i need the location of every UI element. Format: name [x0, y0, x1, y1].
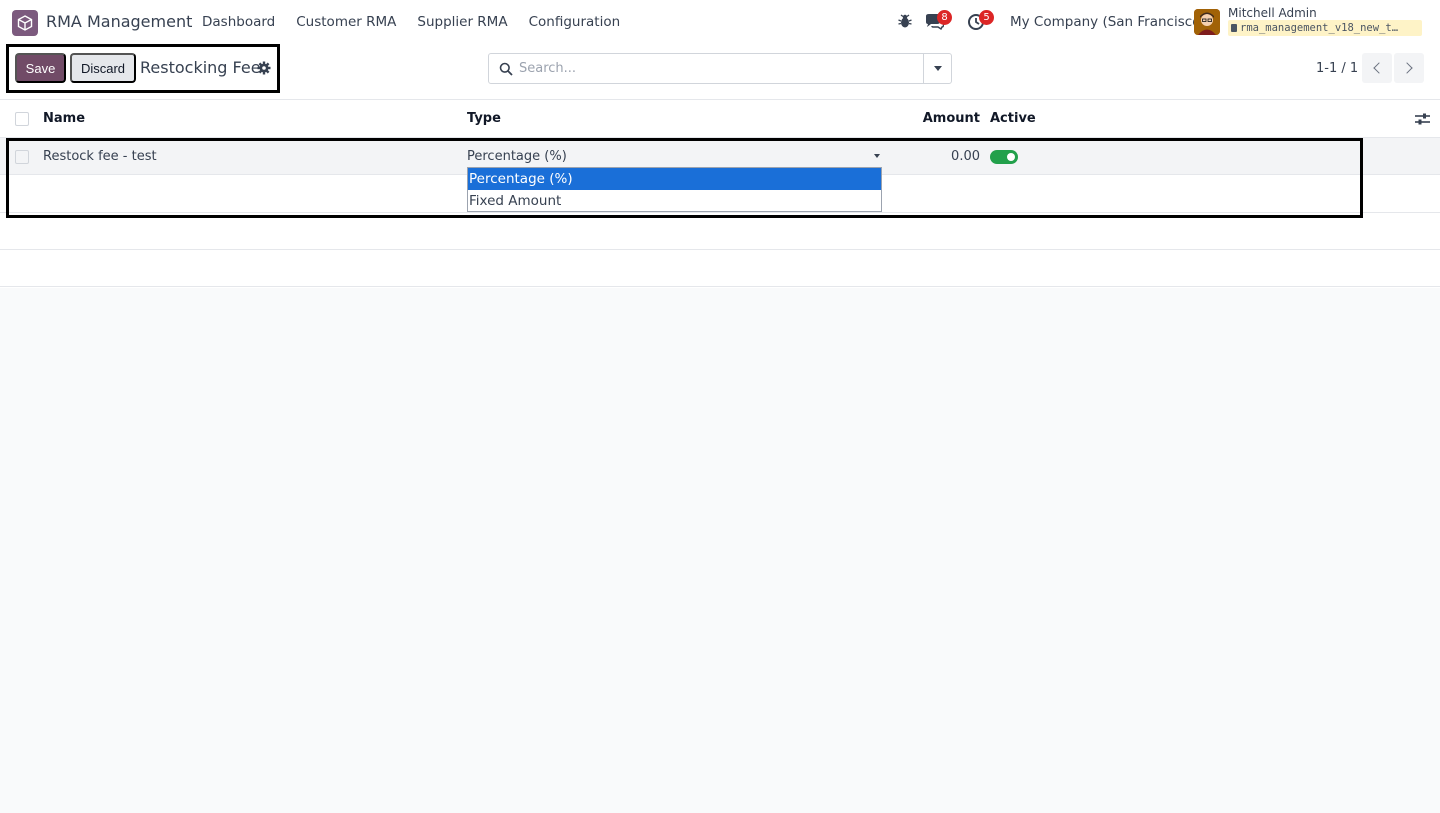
- column-header-type[interactable]: Type: [467, 111, 501, 126]
- user-avatar[interactable]: [1194, 9, 1220, 35]
- menu-item-configuration[interactable]: Configuration: [529, 14, 621, 30]
- menu-item-customer-rma[interactable]: Customer RMA: [296, 14, 396, 30]
- discard-button[interactable]: Discard: [70, 53, 136, 83]
- empty-row: [0, 250, 1440, 287]
- search-icon: [499, 62, 513, 76]
- messages-badge: 8: [937, 10, 952, 25]
- optional-columns-sliders-icon[interactable]: [1415, 112, 1430, 126]
- gear-icon[interactable]: [257, 61, 271, 75]
- app-name[interactable]: RMA Management: [46, 12, 192, 31]
- pager-next-button[interactable]: [1394, 53, 1424, 83]
- empty-row: [0, 213, 1440, 250]
- page-title: Restocking Fee: [140, 58, 261, 77]
- main-menu: Dashboard Customer RMA Supplier RMA Conf…: [202, 14, 620, 30]
- activities-badge: 5: [979, 10, 994, 25]
- search-options-dropdown-toggle[interactable]: [923, 54, 951, 83]
- debug-bug-icon[interactable]: [897, 13, 913, 29]
- save-button[interactable]: Save: [15, 53, 66, 83]
- user-name[interactable]: Mitchell Admin: [1228, 6, 1317, 20]
- pager-previous-button[interactable]: [1362, 53, 1392, 83]
- column-header-amount[interactable]: Amount: [923, 111, 980, 126]
- company-switcher[interactable]: My Company (San Francisco): [1010, 14, 1206, 30]
- option-percentage[interactable]: Percentage (%): [468, 168, 881, 190]
- pager-value[interactable]: 1-1 / 1: [1316, 61, 1358, 76]
- column-header-name[interactable]: Name: [43, 111, 85, 126]
- app-logo-icon[interactable]: [12, 10, 38, 36]
- menu-item-supplier-rma[interactable]: Supplier RMA: [417, 14, 507, 30]
- select-all-checkbox[interactable]: [15, 112, 29, 126]
- chevron-left-icon: [1373, 62, 1385, 74]
- list-header: Name Type Amount Active: [0, 100, 1440, 138]
- search-input[interactable]: [519, 54, 919, 83]
- chevron-right-icon: [1401, 62, 1413, 74]
- menu-item-dashboard[interactable]: Dashboard: [202, 14, 275, 30]
- database-name: rma_management_v18_new_t…: [1228, 20, 1422, 36]
- column-header-active[interactable]: Active: [990, 111, 1036, 126]
- search-bar: [488, 53, 952, 84]
- option-fixed-amount[interactable]: Fixed Amount: [468, 190, 881, 212]
- type-options-dropdown: Percentage (%) Fixed Amount: [467, 167, 882, 212]
- top-navbar: RMA Management Dashboard Customer RMA Su…: [0, 0, 1440, 44]
